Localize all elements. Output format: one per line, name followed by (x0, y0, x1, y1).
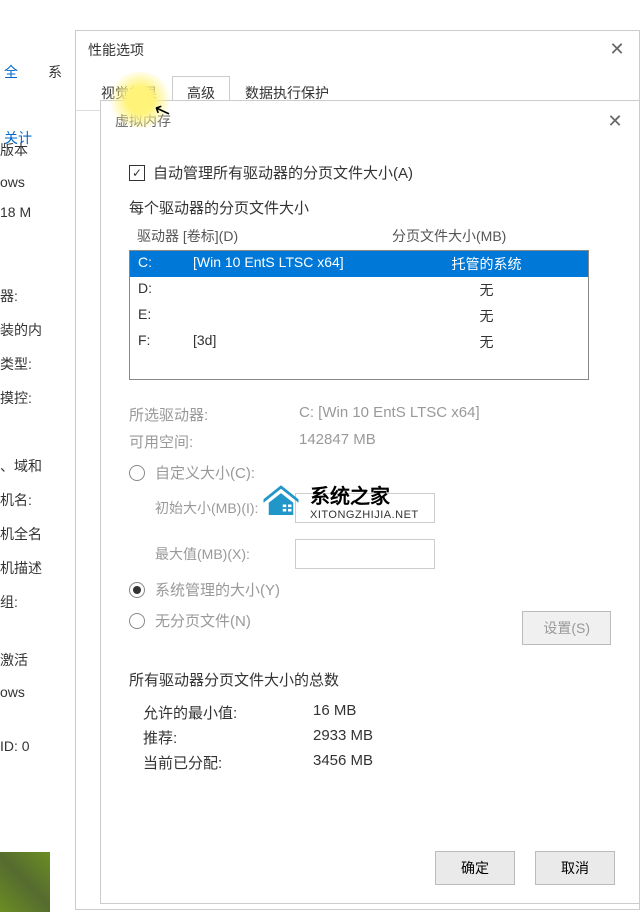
drive-letter: F: (138, 332, 193, 352)
drive-listbox[interactable]: C: [Win 10 EntS LTSC x64] 托管的系统 D: 无 E: … (129, 250, 589, 380)
bg-label: 器: (0, 286, 50, 306)
auto-manage-label: 自动管理所有驱动器的分页文件大小(A) (153, 162, 413, 183)
drive-label (193, 280, 393, 300)
auto-manage-checkbox[interactable]: ✓ (129, 165, 145, 181)
close-icon[interactable]: ✕ (607, 39, 627, 60)
free-space-value: 142847 MB (299, 431, 611, 452)
bg-label: 、域和 (0, 456, 50, 476)
drive-letter: C: (138, 254, 193, 274)
window-title: 性能选项 (88, 40, 144, 60)
min-allowed-label: 允许的最小值: (143, 702, 313, 723)
bg-label: 18 M (0, 204, 50, 220)
ok-button[interactable]: 确定 (435, 851, 515, 885)
drive-letter: E: (138, 306, 193, 326)
dialog-title: 虚拟内存 (115, 111, 171, 132)
custom-size-radio (129, 465, 145, 481)
bg-label: 机描述 (0, 558, 50, 578)
drive-pagefile: 托管的系统 (393, 254, 580, 274)
breadcrumb-part2: 系 (48, 62, 62, 82)
bg-label: ID: 0 (0, 738, 50, 754)
recommended-value: 2933 MB (313, 727, 373, 748)
breadcrumb-part1: 全 (4, 62, 18, 82)
close-icon[interactable]: ✕ (605, 111, 625, 132)
drive-row[interactable]: E: 无 (130, 303, 588, 329)
bg-label: ows (0, 684, 50, 700)
each-drive-label: 每个驱动器的分页文件大小 (129, 197, 611, 218)
background-labels: 版本 ows 18 M 器: 装的内 类型: 摸控: 、域和 机名: 机全名 机… (0, 140, 50, 768)
free-space-label: 可用空间: (129, 431, 299, 452)
allocated-label: 当前已分配: (143, 752, 313, 773)
col-pagefile: 分页文件大小(MB) (392, 226, 603, 246)
max-size-label: 最大值(MB)(X): (155, 544, 285, 564)
drive-row[interactable]: C: [Win 10 EntS LTSC x64] 托管的系统 (130, 251, 588, 277)
no-paging-radio (129, 613, 145, 629)
drive-row[interactable]: F: [3d] 无 (130, 329, 588, 355)
no-paging-label: 无分页文件(N) (155, 610, 251, 631)
wallpaper-fragment (0, 852, 50, 912)
selected-drive-label: 所选驱动器: (129, 404, 299, 425)
min-allowed-value: 16 MB (313, 702, 356, 723)
drive-label: [3d] (193, 332, 393, 352)
recommended-label: 推荐: (143, 727, 313, 748)
drive-label (193, 306, 393, 326)
bg-label: 机名: (0, 490, 50, 510)
selected-drive-value: C: [Win 10 EntS LTSC x64] (299, 404, 611, 425)
system-managed-radio (129, 582, 145, 598)
drive-label: [Win 10 EntS LTSC x64] (193, 254, 393, 274)
bg-label: 激活 (0, 650, 50, 670)
watermark-name: 系统之家 (310, 480, 419, 509)
custom-size-label: 自定义大小(C): (155, 462, 255, 483)
col-drive: 驱动器 [卷标](D) (137, 226, 392, 246)
drive-row[interactable]: D: 无 (130, 277, 588, 303)
watermark: 系统之家 XITONGZHIJIA.NET (260, 480, 419, 521)
allocated-value: 3456 MB (313, 752, 373, 773)
bg-label: 装的内 (0, 320, 50, 340)
cancel-button[interactable]: 取消 (535, 851, 615, 885)
bg-label: 类型: (0, 354, 50, 374)
house-icon (260, 483, 302, 519)
drive-pagefile: 无 (393, 280, 580, 300)
drive-letter: D: (138, 280, 193, 300)
system-managed-label: 系统管理的大小(Y) (155, 579, 280, 600)
bg-label: 组: (0, 592, 50, 612)
drive-pagefile: 无 (393, 332, 580, 352)
set-button: 设置(S) (522, 611, 611, 645)
bg-label: 版本 (0, 140, 50, 160)
totals-title: 所有驱动器分页文件大小的总数 (129, 669, 611, 690)
watermark-url: XITONGZHIJIA.NET (310, 509, 419, 521)
bg-label: 摸控: (0, 388, 50, 408)
bg-label: 机全名 (0, 524, 50, 544)
drive-pagefile: 无 (393, 306, 580, 326)
max-size-input (295, 539, 435, 569)
bg-label: ows (0, 174, 50, 190)
